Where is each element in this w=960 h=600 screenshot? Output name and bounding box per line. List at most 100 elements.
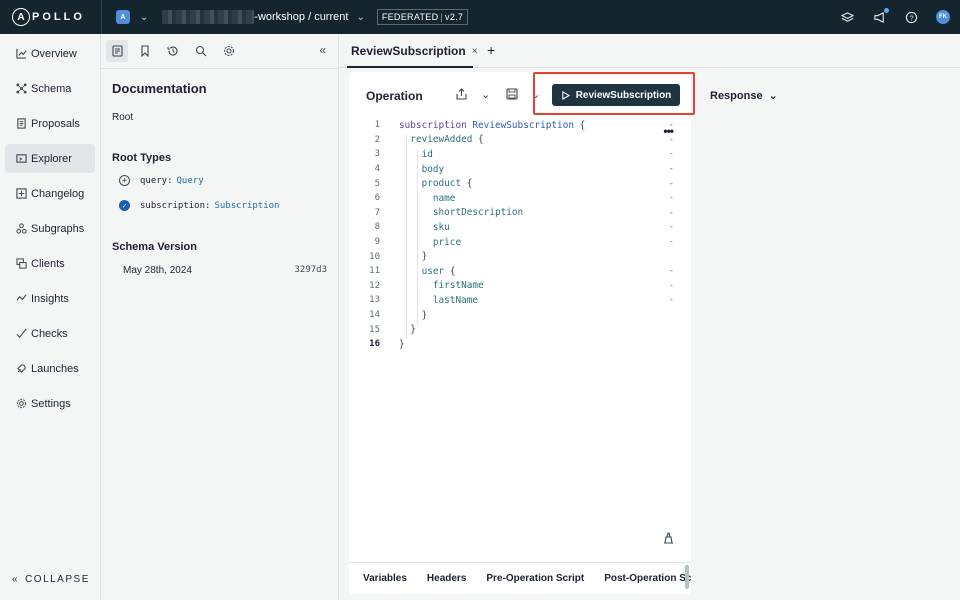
save-chevron-down-icon[interactable]: ⌄: [531, 88, 540, 101]
operation-title: Operation: [366, 89, 423, 103]
code-text: name: [432, 192, 456, 204]
top-icons: ? FK: [840, 0, 950, 34]
collapse-panel-icon[interactable]: «: [319, 43, 326, 57]
line-number: 12: [369, 280, 380, 291]
sidebar-item-explorer[interactable]: Explorer: [5, 144, 95, 173]
layers-icon[interactable]: [840, 10, 854, 24]
close-icon[interactable]: ×: [472, 46, 478, 57]
code-line[interactable]: 3 id -: [349, 147, 691, 162]
history-icon[interactable]: [162, 40, 184, 62]
save-icon[interactable]: [506, 88, 518, 103]
top-bar: A POLLO A ⌄ -workshop / current ⌄ FEDERA…: [0, 0, 960, 34]
code-line[interactable]: 6 name -: [349, 191, 691, 206]
field-toggle[interactable]: -: [669, 208, 674, 218]
sidebar-item-overview[interactable]: Overview: [5, 39, 95, 68]
code-line[interactable]: 9 price -: [349, 235, 691, 250]
sidebar-item-launches[interactable]: Launches: [5, 354, 95, 383]
sidebar-item-clients[interactable]: Clients: [5, 249, 95, 278]
insights-icon: [15, 293, 27, 305]
tab-variables[interactable]: Variables: [363, 573, 407, 584]
field-type[interactable]: Subscription: [214, 201, 279, 211]
version-hash: 3297d3: [294, 265, 327, 275]
sidebar-item-subgraphs[interactable]: Subgraphs: [5, 214, 95, 243]
sidebar-item-label: Overview: [31, 47, 77, 60]
org-avatar[interactable]: A: [115, 10, 130, 24]
code-line[interactable]: 7 shortDescription -: [349, 206, 691, 221]
add-icon[interactable]: +: [119, 175, 130, 186]
tab-pre-operation-script[interactable]: Pre-Operation Script: [486, 573, 584, 584]
graph-variant-name[interactable]: -workshop / current: [254, 11, 348, 23]
sidebar-item-proposals[interactable]: Proposals: [5, 109, 95, 138]
field-toggle[interactable]: -: [669, 179, 674, 189]
check-icon[interactable]: ✓: [119, 200, 130, 211]
code-line[interactable]: 13 lastName -: [349, 293, 691, 308]
sidebar-item-settings[interactable]: Settings: [5, 389, 95, 418]
tab-reviewsubscription[interactable]: ReviewSubscription ×: [351, 44, 478, 58]
chart-icon: [15, 48, 27, 60]
horizontal-scrollbar[interactable]: [685, 565, 689, 589]
sidebar-item-insights[interactable]: Insights: [5, 284, 95, 313]
prettify-icon[interactable]: [662, 532, 675, 547]
code-line[interactable]: 14 }: [349, 308, 691, 323]
sidebar-item-label: Launches: [31, 362, 79, 375]
field-toggle[interactable]: -: [669, 237, 674, 247]
tab-post-operation-script[interactable]: Post-Operation Script: [604, 573, 691, 584]
org-chevron-down-icon[interactable]: ⌄: [140, 12, 148, 23]
code-line[interactable]: 2 reviewAdded {-: [349, 133, 691, 148]
subgraphs-icon: [15, 223, 27, 235]
add-tab-icon[interactable]: +: [487, 42, 495, 58]
run-operation-button[interactable]: ReviewSubscription: [552, 84, 680, 106]
code-text: body: [421, 163, 445, 175]
code-editor[interactable]: 1 subscription ReviewSubscription {-2 rev…: [349, 118, 691, 352]
field-toggle[interactable]: -: [669, 164, 674, 174]
clients-icon: [15, 258, 27, 270]
code-line[interactable]: 11 user {-: [349, 264, 691, 279]
sidebar-item-checks[interactable]: Checks: [5, 319, 95, 348]
graph-chevron-down-icon[interactable]: ⌄: [356, 12, 364, 23]
code-line[interactable]: 16}: [349, 337, 691, 352]
redacted-graph-name: [162, 10, 255, 24]
field-toggle[interactable]: -: [669, 120, 674, 130]
apollo-logo[interactable]: A POLLO: [12, 8, 85, 26]
field-toggle[interactable]: -: [669, 281, 674, 291]
field-toggle[interactable]: -: [669, 266, 674, 276]
code-line[interactable]: 5 product { -: [349, 176, 691, 191]
settings-icon[interactable]: [218, 40, 240, 62]
chevron-down-icon[interactable]: ⌄: [481, 88, 490, 101]
tab-headers[interactable]: Headers: [427, 573, 466, 584]
field-type[interactable]: Query: [177, 176, 204, 186]
svg-text:?: ?: [909, 13, 913, 22]
line-number: 5: [374, 178, 380, 189]
share-icon[interactable]: [456, 88, 467, 103]
code-line[interactable]: 10 }: [349, 249, 691, 264]
field-toggle[interactable]: -: [669, 295, 674, 305]
response-dropdown[interactable]: Response ⌄: [710, 89, 778, 103]
megaphone-icon[interactable]: [872, 8, 889, 24]
schema-version-row[interactable]: May 28th, 2024 3297d3: [123, 265, 327, 276]
field-toggle[interactable]: -: [669, 135, 674, 145]
field-toggle[interactable]: -: [669, 149, 674, 159]
code-text: product {: [421, 178, 473, 190]
code-line[interactable]: 1 subscription ReviewSubscription {-: [349, 118, 691, 133]
field-toggle[interactable]: -: [669, 193, 674, 203]
query-root-field[interactable]: + query: Query: [119, 175, 204, 186]
code-line[interactable]: 8 sku -: [349, 220, 691, 235]
field-toggle[interactable]: -: [669, 222, 674, 232]
collapse-label: COLLAPSE: [25, 574, 90, 585]
sidebar-item-changelog[interactable]: Changelog: [5, 179, 95, 208]
operation-editor: Operation ⌄ ⌄ ReviewSubscription ••• 1 su…: [349, 72, 691, 594]
sidebar-item-schema[interactable]: Schema: [5, 74, 95, 103]
code-line[interactable]: 15 }: [349, 322, 691, 337]
code-line[interactable]: 4 body -: [349, 162, 691, 177]
user-avatar[interactable]: FK: [936, 10, 950, 24]
bookmark-icon[interactable]: [134, 40, 156, 62]
line-number: 3: [374, 149, 380, 160]
subscription-root-field[interactable]: ✓ subscription: Subscription: [119, 200, 279, 211]
proposals-icon: [15, 118, 27, 130]
documentation-icon[interactable]: [106, 40, 128, 62]
help-icon[interactable]: ?: [904, 10, 918, 24]
collapse-sidebar-button[interactable]: « COLLAPSE: [12, 574, 90, 585]
code-line[interactable]: 12 firstName -: [349, 279, 691, 294]
gear-icon: [15, 398, 27, 410]
search-icon[interactable]: [190, 40, 212, 62]
